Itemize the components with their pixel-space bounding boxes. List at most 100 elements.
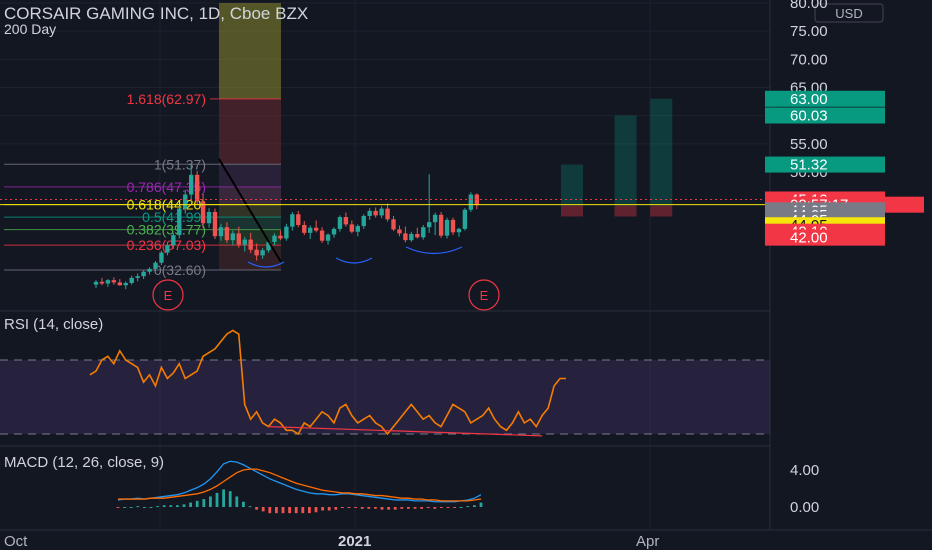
earnings-label: E — [164, 288, 173, 303]
candle-body — [397, 229, 402, 234]
candle-body — [135, 276, 140, 278]
macd-histogram-bar — [149, 507, 153, 508]
fib-level-label: 1.618(62.97) — [127, 91, 206, 107]
candle-body — [153, 262, 158, 269]
candle-body — [171, 235, 176, 246]
macd-histogram-bar — [334, 507, 338, 510]
projection-target-box[interactable] — [650, 98, 673, 206]
candle-body — [296, 214, 301, 225]
projection-target-box[interactable] — [614, 115, 637, 206]
candle-body — [194, 174, 200, 202]
price-tick-label: 70.00 — [790, 51, 828, 68]
candle-body — [313, 227, 319, 231]
macd-histogram-bar — [459, 507, 463, 508]
candle-body — [272, 235, 277, 242]
currency-label: USD — [835, 6, 862, 21]
candle-body — [218, 227, 224, 237]
price-tag-label: 51.32 — [790, 157, 828, 174]
candle-body — [319, 230, 325, 241]
candle-body — [147, 268, 152, 272]
macd-histogram-bar — [136, 506, 140, 508]
price-tick-label: 80.00 — [790, 0, 828, 12]
projection-risk-box[interactable] — [650, 205, 673, 217]
candle-body — [444, 219, 450, 236]
macd-histogram-bar — [466, 506, 470, 508]
candle-body — [236, 233, 241, 245]
candle-body — [415, 233, 420, 238]
candle-body — [177, 208, 182, 236]
candle-body — [432, 214, 438, 223]
candle-body — [165, 245, 170, 253]
fib-zone — [219, 186, 281, 205]
candle-body — [403, 233, 408, 241]
macd-histogram-bar — [288, 507, 291, 514]
candle-body — [230, 233, 236, 241]
macd-histogram-bar — [255, 507, 258, 510]
macd-histogram-bar — [393, 507, 397, 510]
candle-body — [290, 214, 295, 227]
macd-histogram-bar — [228, 491, 232, 507]
macd-histogram-bar — [453, 507, 456, 508]
time-tick-apr: Apr — [636, 533, 659, 550]
candle-body — [99, 281, 105, 284]
macd-histogram-bar — [202, 499, 206, 507]
price-tag-label: 60.03 — [790, 107, 828, 124]
candle-body — [302, 224, 307, 233]
candle-body — [343, 217, 349, 225]
macd-tick-0: 0.00 — [790, 499, 819, 516]
macd-legend: MACD (12, 26, close, 9) — [4, 454, 164, 471]
macd-histogram-bar — [169, 505, 173, 507]
macd-histogram-bar — [446, 507, 450, 508]
macd-histogram-bar — [380, 507, 384, 510]
candle-body — [206, 211, 212, 224]
fib-zone — [219, 98, 281, 165]
macd-histogram-bar — [479, 502, 483, 507]
macd-histogram-bar — [123, 507, 126, 508]
chart-canvas[interactable]: 1.618(62.97)1(51.37)0.786(47.35)0.618(44… — [0, 0, 932, 550]
candle-body — [337, 217, 343, 229]
macd-histogram-bar — [182, 504, 186, 507]
time-tick-2021: 2021 — [338, 533, 371, 550]
candle-body — [391, 219, 396, 230]
macd-histogram-bar — [367, 507, 371, 509]
price-tick-label: 55.00 — [790, 136, 828, 153]
macd-histogram-bar — [341, 507, 344, 508]
candle-body — [212, 211, 218, 237]
candle-body — [462, 209, 468, 229]
projection-risk-box[interactable] — [614, 205, 637, 217]
macd-histogram-bar — [209, 496, 212, 507]
candle-body — [183, 194, 188, 209]
macd-histogram-bar — [347, 507, 351, 508]
candle-body — [409, 233, 414, 241]
macd-histogram-bar — [281, 507, 285, 514]
candle-body — [260, 250, 265, 256]
macd-histogram-bar — [473, 505, 476, 507]
macd-tick-4: 4.00 — [790, 462, 819, 479]
rsi-legend: RSI (14, close) — [4, 316, 103, 333]
macd-histogram-bar — [440, 507, 443, 508]
macd-histogram-bar — [116, 507, 120, 508]
candle-body — [349, 224, 355, 232]
macd-histogram-bar — [360, 507, 364, 509]
fib-level-label: 1(51.37) — [154, 156, 206, 172]
macd-histogram-bar — [387, 507, 390, 510]
projection-risk-box[interactable] — [561, 205, 583, 217]
candle-body — [450, 219, 456, 233]
candle-body — [278, 235, 283, 239]
price-tag-label: 42.00 — [790, 230, 828, 247]
candle-body — [141, 271, 146, 277]
price-tag-label: 63.00 — [790, 91, 828, 108]
macd-histogram-bar — [413, 507, 417, 509]
candle-body — [456, 228, 462, 233]
candle-body — [438, 214, 444, 236]
candle-body — [129, 277, 134, 283]
macd-histogram-bar — [222, 489, 225, 507]
candle-body — [468, 194, 474, 210]
macd-histogram-bar — [327, 507, 331, 511]
candle-body — [117, 282, 122, 286]
candle-body — [361, 215, 366, 227]
fib-level-label: 0.786(47.35) — [127, 179, 206, 195]
candle-body — [111, 280, 117, 283]
candle-body — [189, 174, 194, 195]
candle-body — [373, 210, 378, 216]
